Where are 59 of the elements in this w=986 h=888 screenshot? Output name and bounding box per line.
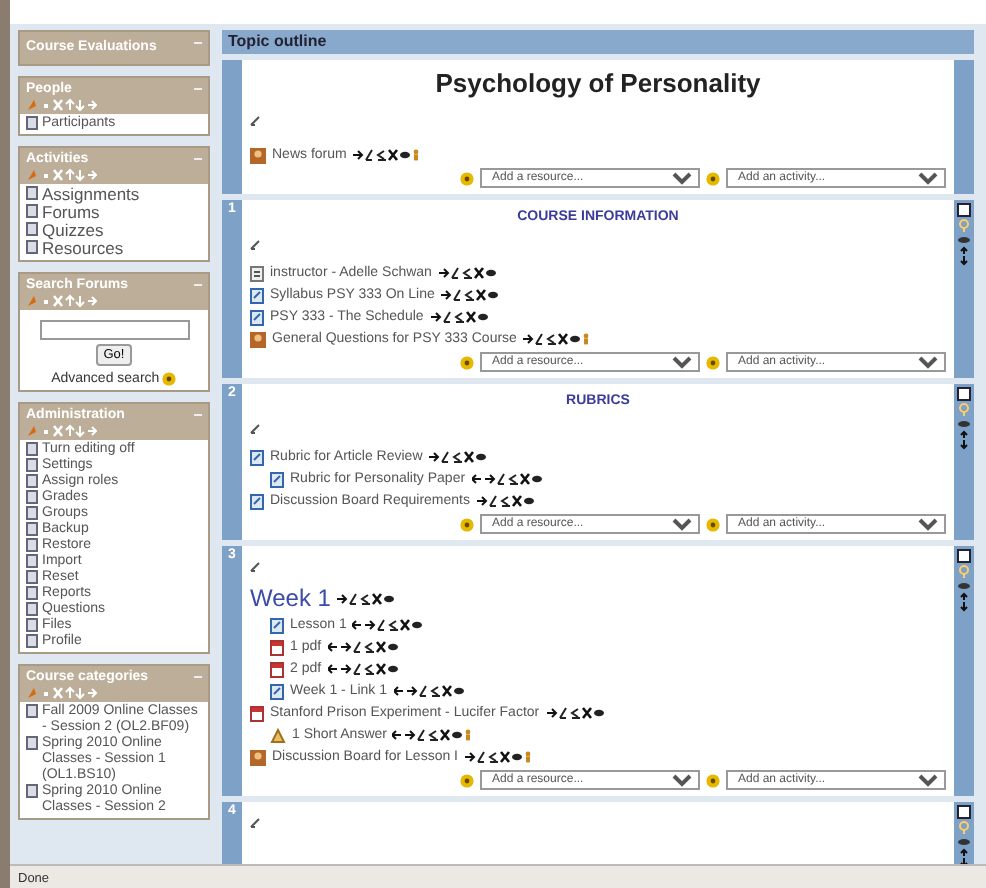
document-icon — [26, 704, 38, 718]
pdf-icon — [250, 705, 264, 721]
quiz-icon — [270, 727, 286, 743]
people-icon — [250, 147, 266, 163]
course-title: Psychology of Personality — [433, 66, 763, 102]
editing-icons-drawing — [476, 494, 536, 508]
editing-icons-drawing — [440, 288, 501, 302]
section-controls-bar — [954, 60, 974, 194]
pencil-icon — [250, 560, 262, 572]
document-icon — [26, 116, 38, 130]
help-icon — [706, 773, 720, 787]
editing-icons-drawing — [437, 266, 498, 280]
editing-icons-drawing — [352, 148, 423, 162]
editing-icons-drawing — [327, 640, 400, 654]
people-icon — [250, 331, 266, 347]
editing-icons-drawing — [464, 750, 534, 764]
document-icon — [270, 471, 284, 487]
document-icon — [270, 617, 284, 633]
pdf-icon — [270, 639, 284, 655]
sidebar-link[interactable]: Resources — [42, 240, 124, 258]
pencil-icon — [250, 114, 262, 126]
document-icon — [250, 493, 264, 509]
editing-icons-drawing — [327, 662, 400, 676]
help-icon — [460, 773, 474, 787]
editing-icons-drawing — [393, 684, 466, 698]
editing-icons-drawing — [522, 332, 593, 346]
pencil-icon — [250, 422, 262, 434]
document-icon — [26, 736, 38, 750]
document-icon — [250, 265, 264, 281]
help-icon — [460, 517, 474, 531]
sidebar-link[interactable]: Assignments — [42, 186, 140, 204]
editing-icons-drawing — [428, 450, 489, 464]
editing-icons-drawing — [352, 618, 425, 632]
people-icon — [250, 749, 266, 765]
search-field[interactable] — [39, 320, 189, 340]
label-text: Week 1 — [250, 584, 331, 614]
help-icon — [706, 171, 720, 185]
help-icon — [460, 171, 474, 185]
editing-icons-drawing — [392, 728, 475, 742]
editing-icons-drawing — [471, 472, 544, 486]
sidebar-link[interactable]: Forums — [42, 204, 100, 222]
pencil-icon — [250, 238, 262, 250]
section-number-bar — [222, 60, 242, 194]
document-icon — [26, 784, 38, 798]
document-icon — [250, 449, 264, 465]
document-icon — [270, 683, 284, 699]
section-header: Topic outline — [222, 30, 974, 54]
document-icon — [250, 287, 264, 303]
editing-icons-drawing — [336, 592, 397, 606]
help-icon — [706, 517, 720, 531]
help-icon — [706, 355, 720, 369]
document-icon — [250, 309, 264, 325]
sidebar-link[interactable]: Quizzes — [42, 222, 104, 240]
editing-icons-drawing — [429, 310, 490, 324]
help-icon — [460, 355, 474, 369]
editing-icons-drawing — [545, 706, 606, 720]
pencil-icon — [250, 816, 262, 828]
help-icon — [162, 372, 177, 386]
pdf-icon — [270, 661, 284, 677]
